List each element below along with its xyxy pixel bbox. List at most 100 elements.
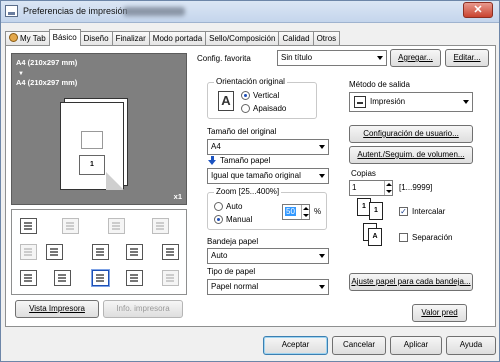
chevron-down-icon <box>319 285 325 289</box>
help-button[interactable]: Ayuda <box>446 336 496 355</box>
account-track-icon[interactable] <box>20 270 37 286</box>
zoom-value: 50 <box>285 207 296 216</box>
tab-label: My Tab <box>20 34 46 43</box>
tab-basico[interactable]: Básico <box>48 29 81 46</box>
select-value: Impresión <box>370 97 406 106</box>
chevron-down-icon <box>463 100 469 104</box>
arrow-down-icon: ▼ <box>18 71 24 77</box>
orientation-title: Orientación original <box>214 77 287 86</box>
auth-tracking-button[interactable]: Autent./Seguim. de volumen... <box>349 146 473 164</box>
zoom-group: Zoom [25...400%] Auto Manual 50 % <box>207 187 327 230</box>
orientation-group: Orientación original A Vertical Apaisado <box>207 77 317 119</box>
user-auth-icon[interactable] <box>54 270 71 286</box>
apply-button[interactable]: Aplicar <box>390 336 442 355</box>
tab-otros[interactable]: Otros <box>312 31 341 46</box>
overlay-icon[interactable] <box>126 244 143 260</box>
window-title: Preferencias de impresión <box>23 6 128 16</box>
landscape-radio[interactable] <box>241 104 250 113</box>
printer-info-button[interactable]: Info. impresora <box>103 300 183 318</box>
feature-icon-grid <box>11 209 187 295</box>
portrait-label: Vertical <box>253 91 280 100</box>
collate-page-2: 1 <box>369 202 383 220</box>
zoom-unit: % <box>314 207 322 216</box>
collate-icon: 1 1 <box>357 198 387 222</box>
tab-my-tab[interactable]: My Tab <box>5 31 50 46</box>
booklet-icon[interactable] <box>46 244 63 260</box>
button-label: Cancelar <box>342 340 375 349</box>
tab-modo-portada[interactable]: Modo portada <box>148 31 207 46</box>
ok-button[interactable]: Aceptar <box>263 336 328 355</box>
original-size-select[interactable]: A4 <box>207 139 329 155</box>
zoom-auto-radio[interactable] <box>214 202 223 211</box>
paper-size-label: Tamaño papel <box>220 156 271 165</box>
user-icon <box>9 33 18 42</box>
button-label: Autent./Seguim. de volumen... <box>357 150 465 159</box>
output-method-label: Método de salida <box>349 80 410 89</box>
watermark-icon[interactable] <box>92 244 109 260</box>
close-window-button[interactable]: ✕ <box>463 2 493 18</box>
paper-tray-label: Bandeja papel <box>207 237 259 246</box>
output-method-select[interactable]: Impresión <box>349 92 473 112</box>
chevron-down-icon <box>319 254 325 258</box>
favorite-config-select[interactable]: Sin título <box>277 50 387 66</box>
paper-size-select[interactable]: Igual que tamaño original <box>207 168 329 184</box>
printer-app-icon <box>5 5 18 17</box>
tab-bar: My Tab Básico Diseño Finalizar Modo port… <box>5 29 341 46</box>
collate-checkbox[interactable]: ✓ <box>399 207 408 216</box>
tab-finalizar[interactable]: Finalizar <box>111 31 150 46</box>
zoom-value-spinner[interactable]: 50 <box>282 204 310 220</box>
original-size-readout: A4 (210x297 mm) <box>16 58 78 67</box>
select-value: Igual que tamaño original <box>211 171 301 180</box>
original-size-label: Tamaño del original <box>207 127 277 136</box>
copies-badge: x1 <box>173 192 182 201</box>
collate-label: Intercalar <box>412 207 446 216</box>
tab-sello-composicion[interactable]: Sello/Composición <box>205 31 280 46</box>
portrait-radio[interactable] <box>241 91 250 100</box>
paper-tray-select[interactable]: Auto <box>207 248 329 264</box>
tab-diseno[interactable]: Diseño <box>79 31 113 46</box>
secure-print-icon[interactable] <box>92 270 109 286</box>
offset-page-front: A <box>368 228 382 246</box>
proof-icon[interactable] <box>162 270 179 286</box>
select-value: Sin título <box>281 53 313 62</box>
printer-view-button[interactable]: Vista Impresora <box>15 300 99 318</box>
tab-label: Sello/Composición <box>209 34 276 43</box>
default-values-button[interactable]: Valor pred <box>412 304 467 322</box>
spinner-arrows-icon[interactable] <box>301 205 309 219</box>
printer-setting-icon[interactable] <box>20 218 37 234</box>
paper-type-label: Tipo de papel <box>207 267 256 276</box>
print-output-icon <box>354 96 366 108</box>
edit-button[interactable]: Editar... <box>445 49 489 67</box>
tab-label: Calidad <box>282 34 310 43</box>
duplex-icon[interactable] <box>20 244 37 260</box>
page-content-box <box>81 131 103 149</box>
select-value: Papel normal <box>211 282 259 291</box>
title-bar[interactable]: Preferencias de impresión ✕ <box>1 1 499 23</box>
tab-label: Otros <box>316 34 337 43</box>
button-label: Aplicar <box>403 340 429 349</box>
tab-label: Finalizar <box>115 34 146 43</box>
staple-icon[interactable] <box>108 218 125 234</box>
chevron-down-icon <box>377 56 383 60</box>
cancel-button[interactable]: Cancelar <box>332 336 386 355</box>
punch-icon[interactable] <box>152 218 169 234</box>
copies-label: Copias <box>351 169 376 178</box>
user-settings-button[interactable]: Configuración de usuario... <box>349 125 473 143</box>
copies-spinner[interactable]: 1 <box>349 180 393 196</box>
adjust-paper-per-tray-button[interactable]: Ajuste papel para cada bandeja... <box>349 273 473 291</box>
layout-icon[interactable] <box>62 218 79 234</box>
tab-calidad[interactable]: Calidad <box>278 31 314 46</box>
print-preview: A4 (210x297 mm) ▼ A4 (210x297 mm) 1 x1 <box>11 53 187 205</box>
chevron-down-icon <box>319 145 325 149</box>
zoom-manual-radio[interactable] <box>214 215 223 224</box>
button-label: Ayuda <box>459 340 483 349</box>
button-label: Vista Impresora <box>29 304 85 313</box>
paper-type-select[interactable]: Papel normal <box>207 279 329 295</box>
zoom-auto-label: Auto <box>226 202 243 211</box>
spinner-arrows-icon[interactable] <box>384 181 392 195</box>
add-button[interactable]: Agregar... <box>390 49 441 67</box>
copies-range: [1...9999] <box>399 183 433 192</box>
offset-checkbox[interactable] <box>399 233 408 242</box>
box-save-icon[interactable] <box>126 270 143 286</box>
cover-icon[interactable] <box>162 244 179 260</box>
